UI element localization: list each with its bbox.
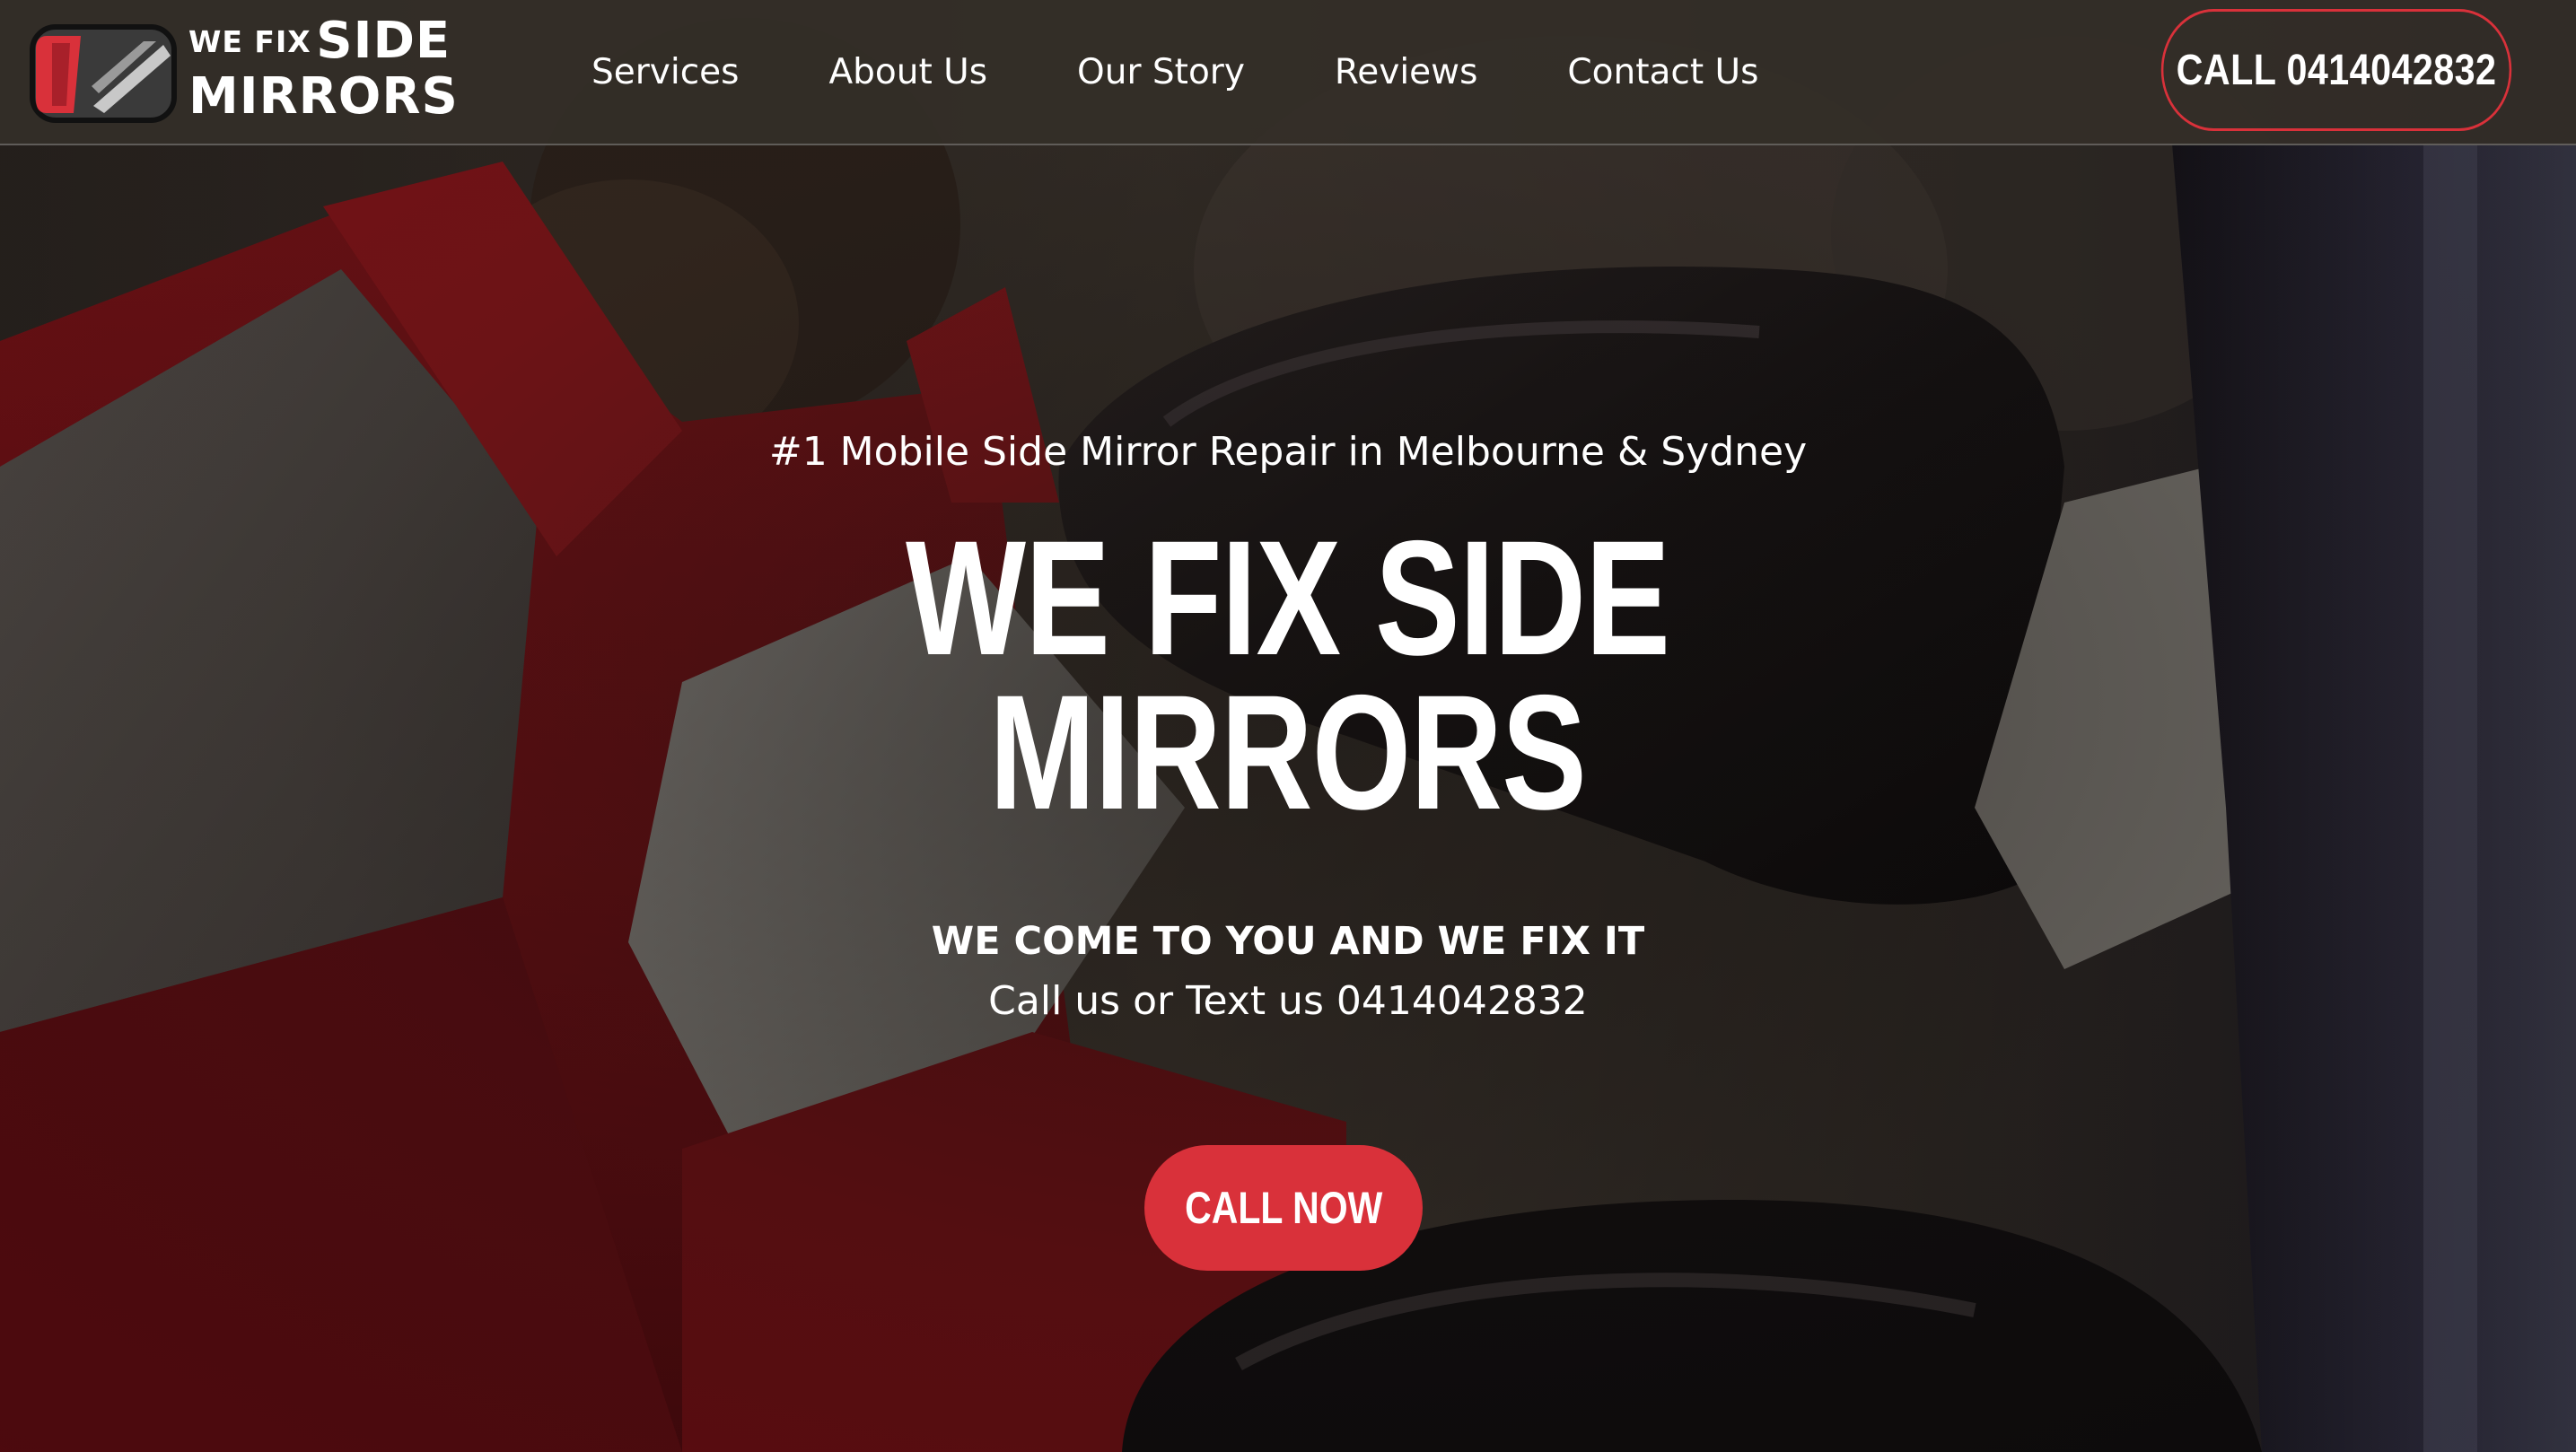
- brand-logo[interactable]: WE FIX SIDE MIRRORS: [29, 16, 458, 129]
- nav-item-reviews[interactable]: Reviews: [1335, 52, 1477, 92]
- call-now-label: CALL NOW: [1184, 1183, 1383, 1233]
- header-call-button[interactable]: CALL 0414042832: [2160, 9, 2512, 131]
- hero-title: WE FIX SIDE MIRRORS: [906, 506, 1670, 844]
- logo-big-text-2: MIRRORS: [188, 67, 459, 126]
- main-nav: Services About Us Our Story Reviews Cont…: [591, 0, 1848, 144]
- page: WE FIX SIDE MIRRORS Services About Us Ou…: [0, 0, 2576, 1452]
- call-now-button[interactable]: CALL NOW: [1144, 1145, 1423, 1271]
- nav-item-our-story[interactable]: Our Story: [1077, 52, 1245, 92]
- nav-item-contact-us[interactable]: Contact Us: [1567, 52, 1758, 92]
- hero-tagline: #1 Mobile Side Mirror Repair in Melbourn…: [768, 429, 1808, 475]
- hero-call-text: Call us or Text us 0414042832: [988, 978, 1588, 1024]
- hero-title-line-2: MIRRORS: [989, 660, 1588, 844]
- hero-title-line-1: WE FIX SIDE: [906, 506, 1670, 689]
- hero-title-wrap: WE FIX SIDE MIRRORS: [0, 506, 2576, 844]
- side-mirror-logo-icon: [30, 24, 177, 123]
- logo-big-text-1: SIDE: [316, 12, 451, 70]
- nav-item-about-us[interactable]: About Us: [828, 52, 987, 92]
- nav-item-services[interactable]: Services: [591, 52, 739, 92]
- logo-small-text: WE FIX: [188, 24, 311, 59]
- site-header: WE FIX SIDE MIRRORS Services About Us Ou…: [0, 0, 2576, 145]
- hero-subhead: WE COME TO YOU AND WE FIX IT: [931, 919, 1645, 964]
